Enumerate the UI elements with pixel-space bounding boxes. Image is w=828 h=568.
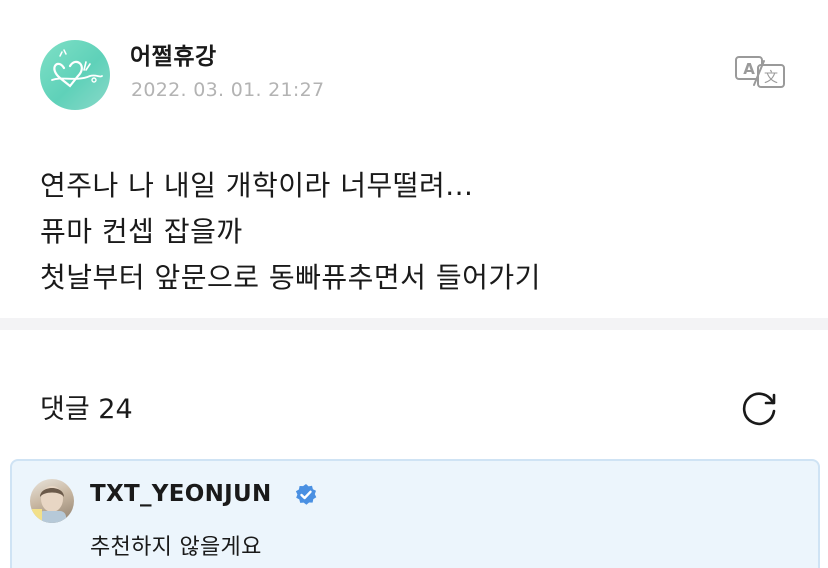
commenter-avatar[interactable]: [30, 479, 74, 523]
comment-author-name[interactable]: TXT_YEONJUN: [90, 481, 272, 507]
comment-item[interactable]: TXT_YEONJUN 추천하지 않을게요: [10, 459, 820, 568]
post-body: 연주나 나 내일 개학이라 너무떨려... 퓨마 컨셉 잡을까 첫날부터 앞문으…: [40, 163, 800, 301]
post-text-line: 퓨마 컨셉 잡을까: [40, 215, 243, 248]
refresh-button[interactable]: [740, 387, 780, 427]
section-divider: [0, 318, 828, 330]
portrait-icon: [32, 486, 66, 523]
heart-doodle-icon: [51, 49, 103, 88]
author-avatar[interactable]: [40, 40, 110, 110]
post-author-name[interactable]: 어쩔휴강: [130, 37, 217, 71]
verified-badge-icon: [294, 483, 318, 507]
post-text-line: 첫날부터 앞문으로 동빠퓨추면서 들어가기: [40, 261, 541, 294]
comment-text: 추천하지 않을게요: [90, 535, 262, 560]
refresh-icon: [742, 392, 776, 426]
comments-count: 댓글 24: [40, 394, 133, 425]
svg-text:文: 文: [764, 70, 778, 86]
post-timestamp: 2022. 03. 01. 21:27: [131, 79, 325, 101]
translate-icon: A 文: [735, 56, 785, 88]
svg-text:A: A: [743, 60, 755, 78]
translate-button[interactable]: A 文: [734, 55, 786, 89]
post-header: 어쩔휴강 2022. 03. 01. 21:27 A 文: [0, 0, 828, 130]
post-text-line: 연주나 나 내일 개학이라 너무떨려...: [40, 169, 474, 202]
